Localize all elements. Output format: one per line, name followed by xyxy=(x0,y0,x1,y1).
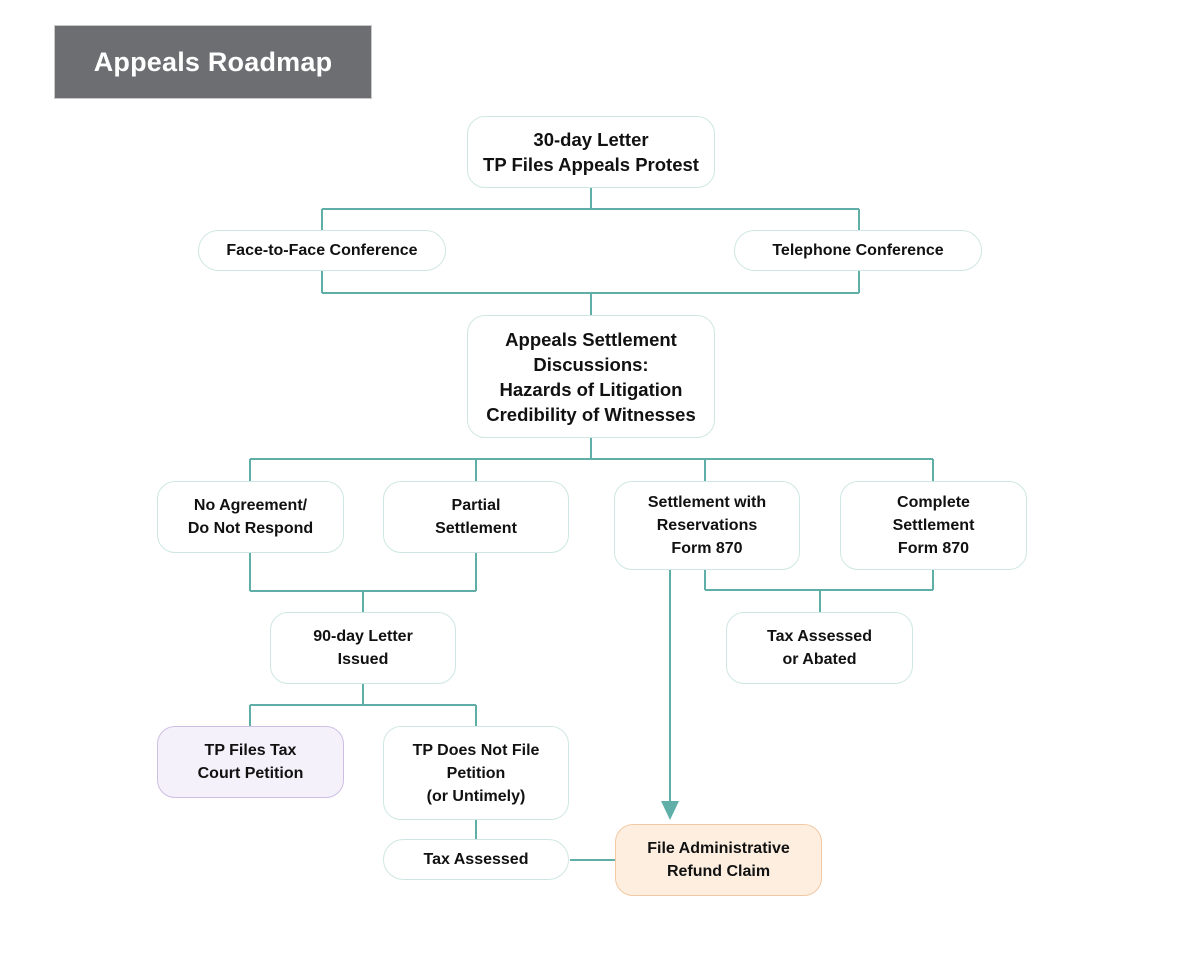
connector-to-tax-assessed-abated xyxy=(704,570,934,612)
node-tax-assessed: Tax Assessed xyxy=(383,839,569,880)
node-30-day-letter: 30-day Letter TP Files Appeals Protest xyxy=(467,116,715,188)
connector-90day-to-petitions xyxy=(249,684,477,726)
connector-30day-to-conferences xyxy=(321,188,860,230)
node-settlement-with-reservations: Settlement with Reservations Form 870 xyxy=(614,481,800,570)
node-appeals-settlement-discussions: Appeals Settlement Discussions: Hazards … xyxy=(467,315,715,438)
node-telephone-conference: Telephone Conference xyxy=(734,230,982,271)
node-90-day-letter: 90-day Letter Issued xyxy=(270,612,456,684)
node-tax-assessed-or-abated: Tax Assessed or Abated xyxy=(726,612,913,684)
node-tp-files-tax-court-petition: TP Files Tax Court Petition xyxy=(157,726,344,798)
node-no-agreement: No Agreement/ Do Not Respond xyxy=(157,481,344,553)
node-face-to-face-conference: Face-to-Face Conference xyxy=(198,230,446,271)
node-file-administrative-refund-claim: File Administrative Refund Claim xyxy=(615,824,822,896)
node-tp-does-not-file-petition: TP Does Not File Petition (or Untimely) xyxy=(383,726,569,820)
node-partial-settlement: Partial Settlement xyxy=(383,481,569,553)
arrowhead-icon xyxy=(661,801,679,820)
node-complete-settlement: Complete Settlement Form 870 xyxy=(840,481,1027,570)
connector-conferences-to-discussions xyxy=(321,271,860,315)
connector-discussions-to-outcomes xyxy=(249,438,934,481)
connector-to-90day xyxy=(249,553,477,612)
